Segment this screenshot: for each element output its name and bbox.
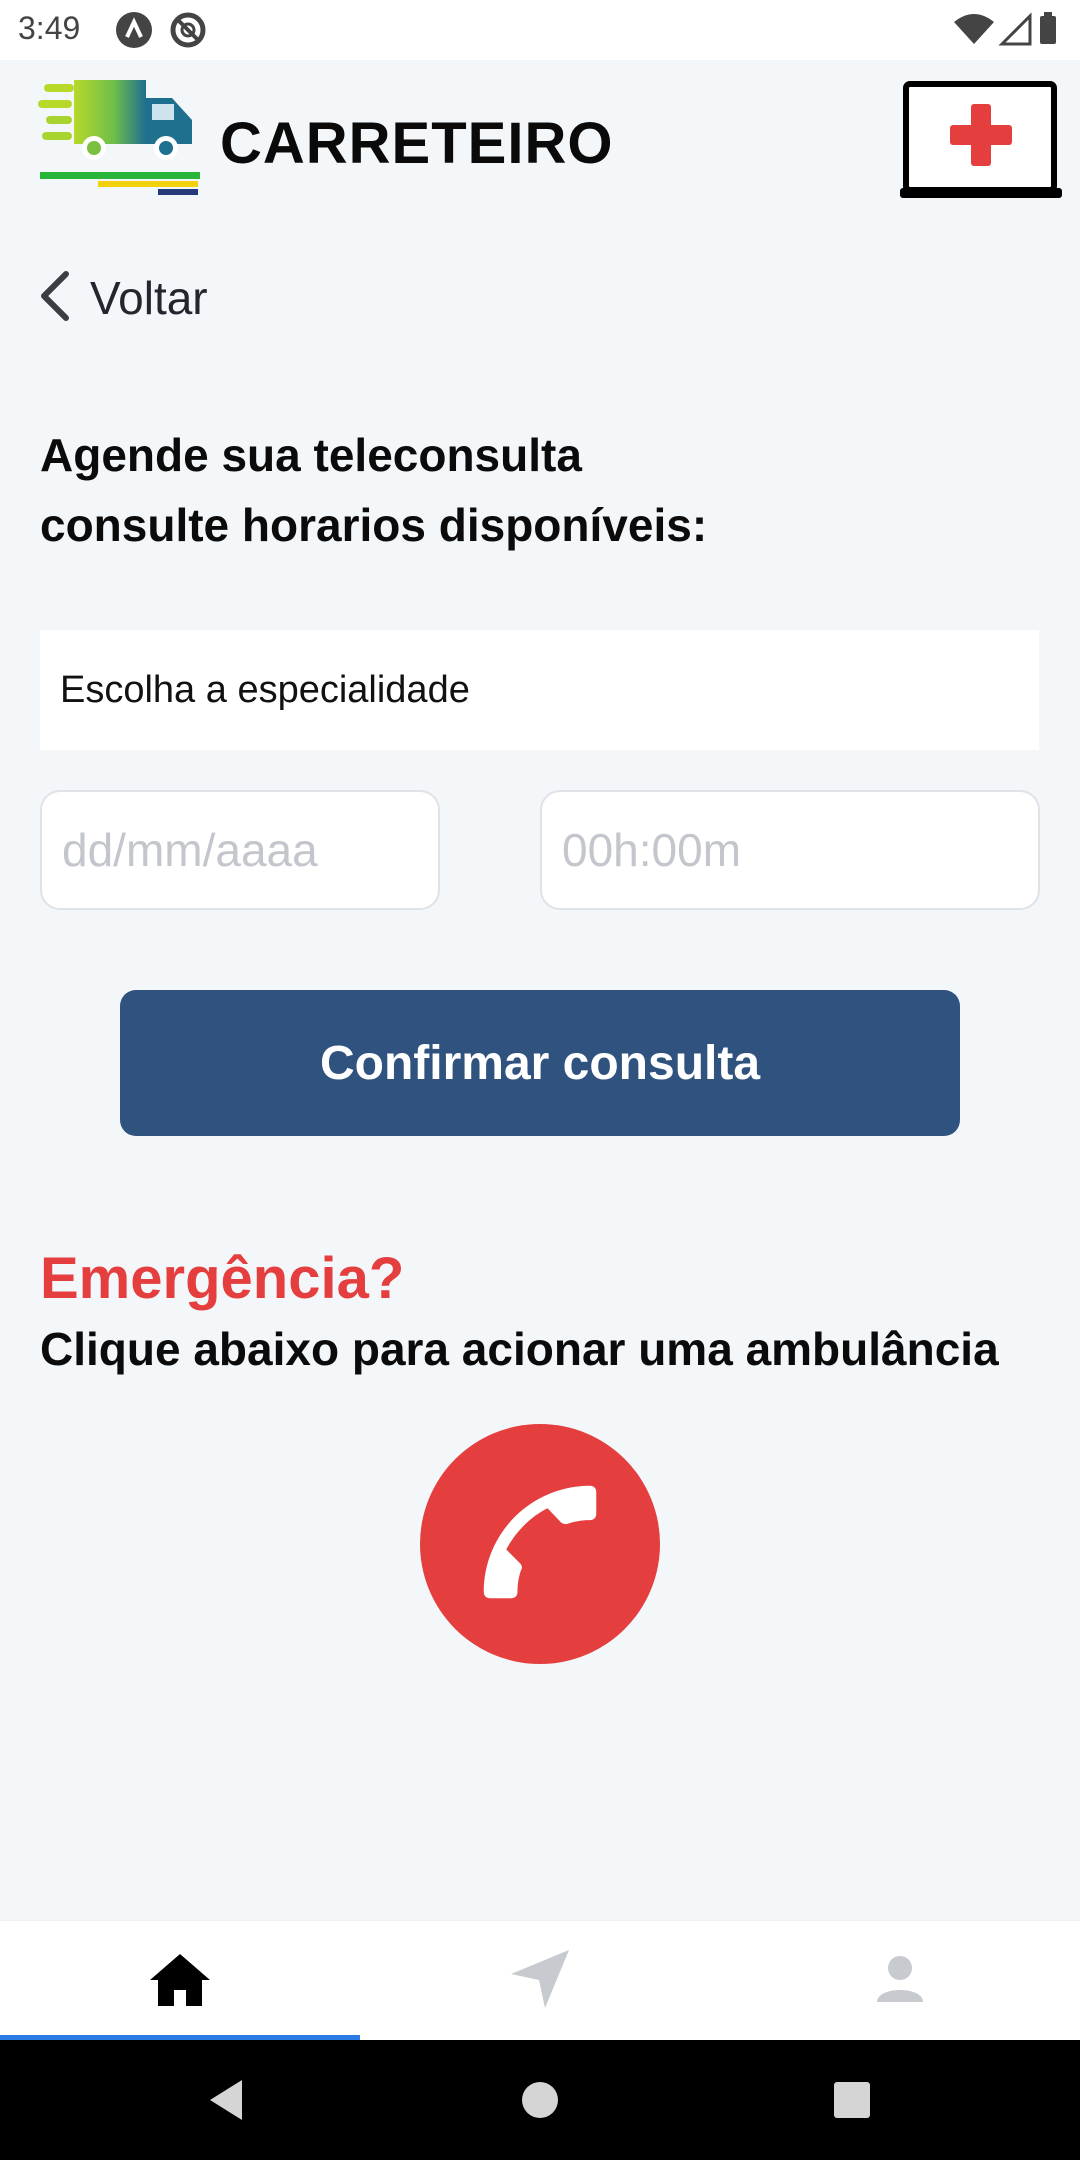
time-input[interactable] (540, 790, 1040, 910)
status-bar: 3:49 (0, 0, 1080, 60)
phone-icon (465, 1467, 615, 1622)
tab-home[interactable] (0, 1921, 360, 2041)
home-icon (148, 1950, 212, 2013)
back-label: Voltar (90, 272, 208, 324)
blocked-circle-icon (170, 12, 206, 48)
app-title: CARRETEIRO (220, 111, 614, 176)
navigation-arrow-icon (509, 1948, 571, 2015)
a-app-icon (116, 12, 152, 48)
medical-laptop-plus-icon[interactable] (900, 80, 1062, 200)
system-nav-bar (0, 2040, 1080, 2160)
home-circle-icon[interactable] (510, 2070, 570, 2130)
back-button[interactable]: Voltar (38, 268, 208, 328)
back-triangle-icon[interactable] (196, 2070, 256, 2130)
wifi-icon (954, 14, 994, 44)
headline-line-1: Agende sua teleconsulta (40, 429, 582, 481)
date-input[interactable] (40, 790, 440, 910)
chevron-left-icon (38, 270, 72, 327)
headline-line-2: consulte horarios disponíveis: (40, 499, 708, 551)
recents-square-icon[interactable] (822, 2070, 882, 2130)
signal-icon (998, 12, 1032, 46)
emergency-title: Emergência? (40, 1246, 405, 1311)
status-time: 3:49 (18, 10, 81, 46)
delivery-truck-logo (38, 78, 202, 198)
confirm-consultation-button[interactable]: Confirmar consulta (120, 990, 960, 1136)
call-ambulance-button[interactable] (420, 1424, 660, 1664)
specialty-select[interactable]: Escolha a especialidade (40, 630, 1039, 750)
user-icon (875, 1954, 925, 2009)
page-headline: Agende sua teleconsulta consulte horario… (40, 420, 1040, 560)
specialty-select-label: Escolha a especialidade (60, 668, 470, 711)
tab-navigation[interactable] (360, 1921, 720, 2041)
emergency-subtitle: Clique abaixo para acionar uma ambulânci… (40, 1323, 999, 1375)
battery-icon (1040, 12, 1056, 44)
tab-profile[interactable] (720, 1921, 1080, 2041)
status-icons (952, 10, 1062, 50)
bottom-tab-bar (0, 1920, 1080, 2041)
app-header: CARRETEIRO (0, 60, 1080, 210)
